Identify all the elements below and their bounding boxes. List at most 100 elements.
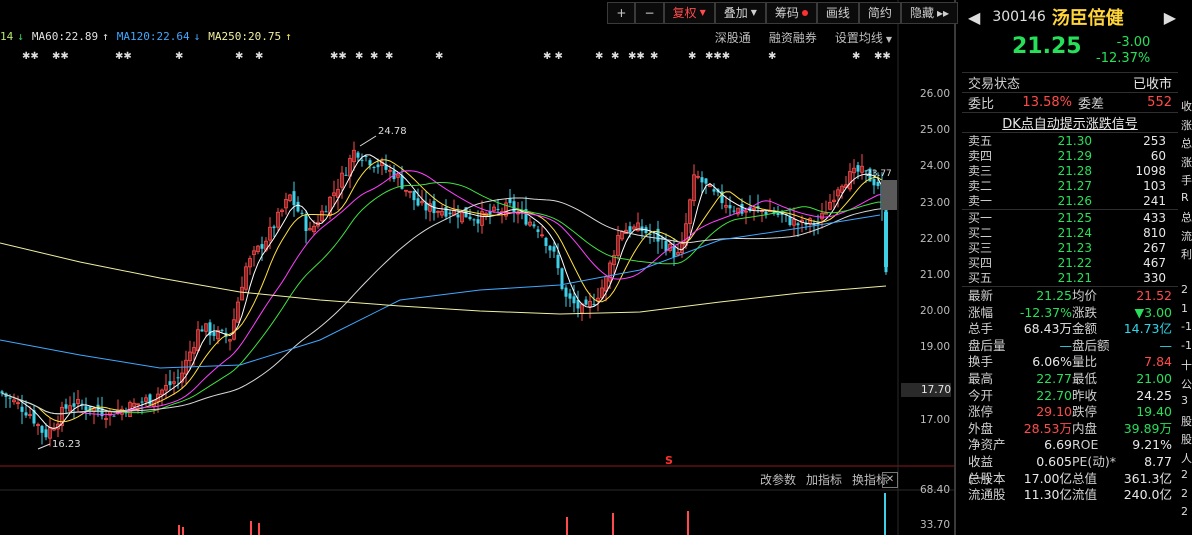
order-book-row: 卖二 21.27 103 <box>962 179 1178 194</box>
close-icon[interactable]: ✕ <box>882 472 898 488</box>
quote-value: 28.53万 <box>1023 420 1072 436</box>
dk-signal-row[interactable]: DK点自动提示涨跌信号 <box>962 112 1178 132</box>
event-star-icon[interactable]: ✱ <box>611 51 619 62</box>
candle-body-down <box>212 331 216 336</box>
candle-body-down <box>220 329 224 331</box>
trade-status-label: 交易状态 <box>968 77 1021 92</box>
candle-body-down <box>364 155 368 157</box>
quote-row: 外盘 28.53万 内盘 39.89万 <box>962 421 1178 438</box>
arrow-up-icon: ↑ <box>102 30 109 43</box>
event-star-icon[interactable]: ✱ <box>435 51 443 62</box>
edge-fragment: 股 <box>1181 414 1192 428</box>
chart-links: 深股通 融资融券 设置均线 ▼ <box>715 29 892 46</box>
dk-signal-link[interactable]: DK点自动提示涨跌信号 <box>1002 113 1138 132</box>
draw-line-button[interactable]: 画线 <box>816 2 859 24</box>
quote-value: 7.84 <box>1144 354 1172 370</box>
event-star-icon[interactable]: ✱ <box>650 51 658 62</box>
zoom-out-button[interactable]: − <box>635 2 664 24</box>
order-volume: 241 <box>1143 194 1166 208</box>
candle-body-down <box>448 212 452 215</box>
quote-label: 最新 <box>968 288 994 303</box>
ma120-line <box>0 214 881 369</box>
zoom-in-button[interactable]: + <box>607 2 636 24</box>
event-star-icon[interactable]: ✱ <box>175 51 183 62</box>
signal-marker: S <box>665 454 673 467</box>
quote-label: 涨停 <box>968 404 994 420</box>
event-star-icon[interactable]: ✱✱ <box>628 51 645 62</box>
order-price: 21.22 <box>1057 256 1092 270</box>
volume-tick-label: 33.70 <box>919 519 950 531</box>
candle-body-down <box>796 223 800 226</box>
candle-body-down <box>732 210 736 212</box>
order-book-row: 卖四 21.29 60 <box>962 149 1178 164</box>
edge-fragment: 公 <box>1181 377 1192 391</box>
overlay-button[interactable]: 叠加 ▼ <box>714 2 766 24</box>
event-star-icon[interactable]: ✱ ✱ <box>543 51 563 62</box>
order-book-row: 买二 21.24 810 <box>962 226 1178 241</box>
chips-button[interactable]: 筹码 <box>765 2 817 24</box>
event-star-icon[interactable]: ✱✱ <box>874 51 891 62</box>
quote-value: 22.77 <box>1036 370 1072 386</box>
quote-row: 今开 22.70 昨收 24.25 <box>962 388 1178 405</box>
edit-params-tab[interactable]: 改参数 <box>760 471 796 488</box>
quote-label: 流值 <box>1072 487 1098 503</box>
quote-value: 22.70 <box>1036 387 1072 403</box>
edge-fragment: 2 <box>1181 283 1188 296</box>
event-star-icon[interactable]: ✱ <box>595 51 603 62</box>
adjust-price-button[interactable]: 复权 ▼ <box>663 2 715 24</box>
event-star-icon[interactable]: ✱✱✱ <box>705 51 730 62</box>
ma250-line <box>0 242 887 315</box>
moving-average-line <box>1 154 887 430</box>
order-price: 21.26 <box>1057 194 1092 208</box>
next-stock-icon[interactable]: ▶ <box>1164 8 1176 27</box>
event-star-icon[interactable]: ✱ <box>235 51 243 62</box>
margin-trading-link[interactable]: 融资融券 <box>769 29 817 46</box>
candle-body-down <box>140 401 144 403</box>
candle-body-down <box>360 159 364 161</box>
event-star-icon[interactable]: ✱ <box>385 51 393 62</box>
order-volume: 330 <box>1143 271 1166 285</box>
candle-body-down <box>72 403 76 407</box>
quote-value: 11.30亿 <box>1023 487 1072 503</box>
simple-mode-button[interactable]: 简约 <box>858 2 901 24</box>
edge-fragment: 2 <box>1181 505 1188 518</box>
candle-body-down <box>740 203 744 214</box>
kline-chart-area[interactable]: 24.78 16.23 23.77 S + − 复权 ▼ 叠加 ▼ 筹码 画线 简约 隐藏… <box>0 0 958 535</box>
shenguton-link[interactable]: 深股通 <box>715 29 751 46</box>
event-star-icon[interactable]: ✱ <box>688 51 696 62</box>
order-volume: 267 <box>1143 241 1166 255</box>
chips-label: 筹码 <box>774 6 799 20</box>
add-indicator-tab[interactable]: 加指标 <box>806 471 842 488</box>
low-annotation: 16.23 <box>52 439 81 450</box>
candle-body-down <box>372 167 376 169</box>
event-star-icon[interactable]: ✱ <box>852 51 860 62</box>
candle-body-down <box>64 404 68 409</box>
quote-label: 内盘 <box>1072 420 1098 436</box>
candle-body-down <box>324 211 328 213</box>
volume-bar <box>687 511 689 535</box>
order-volume: 253 <box>1143 134 1166 148</box>
trade-status-value: 已收市 <box>1132 77 1172 92</box>
price-summary: 21.25 -3.00 -12.37% <box>962 34 1178 72</box>
moving-average-line <box>1 170 887 415</box>
event-star-icon[interactable]: ✱ <box>255 51 263 62</box>
candle-body-down <box>712 189 716 192</box>
volume-bar <box>566 517 568 535</box>
event-star-icon[interactable]: ✱ <box>768 51 776 62</box>
event-star-icon[interactable]: ✱✱ <box>115 51 132 62</box>
event-star-icon[interactable]: ✱ <box>370 51 378 62</box>
event-star-icon[interactable]: ✱✱ <box>52 51 69 62</box>
ma-settings-link[interactable]: 设置均线 ▼ <box>835 29 892 46</box>
kline-svg[interactable]: 24.78 16.23 23.77 S <box>0 0 958 535</box>
event-star-icon[interactable]: ✱ <box>355 51 363 62</box>
hide-button[interactable]: 隐藏 ▸▸ <box>900 2 958 24</box>
y-tick-label: 23.00 <box>919 196 950 209</box>
order-volume: 433 <box>1143 211 1166 225</box>
prev-stock-icon[interactable]: ◀ <box>968 8 980 27</box>
order-ratio-row: 委比 13.58% 委差 552 <box>962 92 1178 112</box>
event-star-icon[interactable]: ✱✱ <box>22 51 39 62</box>
event-star-icon[interactable]: ✱✱ <box>330 51 347 62</box>
arrow-down-icon: ↓ <box>17 30 24 43</box>
quote-label: 均价 <box>1072 288 1098 303</box>
bid-book: 买一 21.25 433 买二 21.24 810 买三 21.23 267 买四 21.22 467… <box>962 209 1178 286</box>
